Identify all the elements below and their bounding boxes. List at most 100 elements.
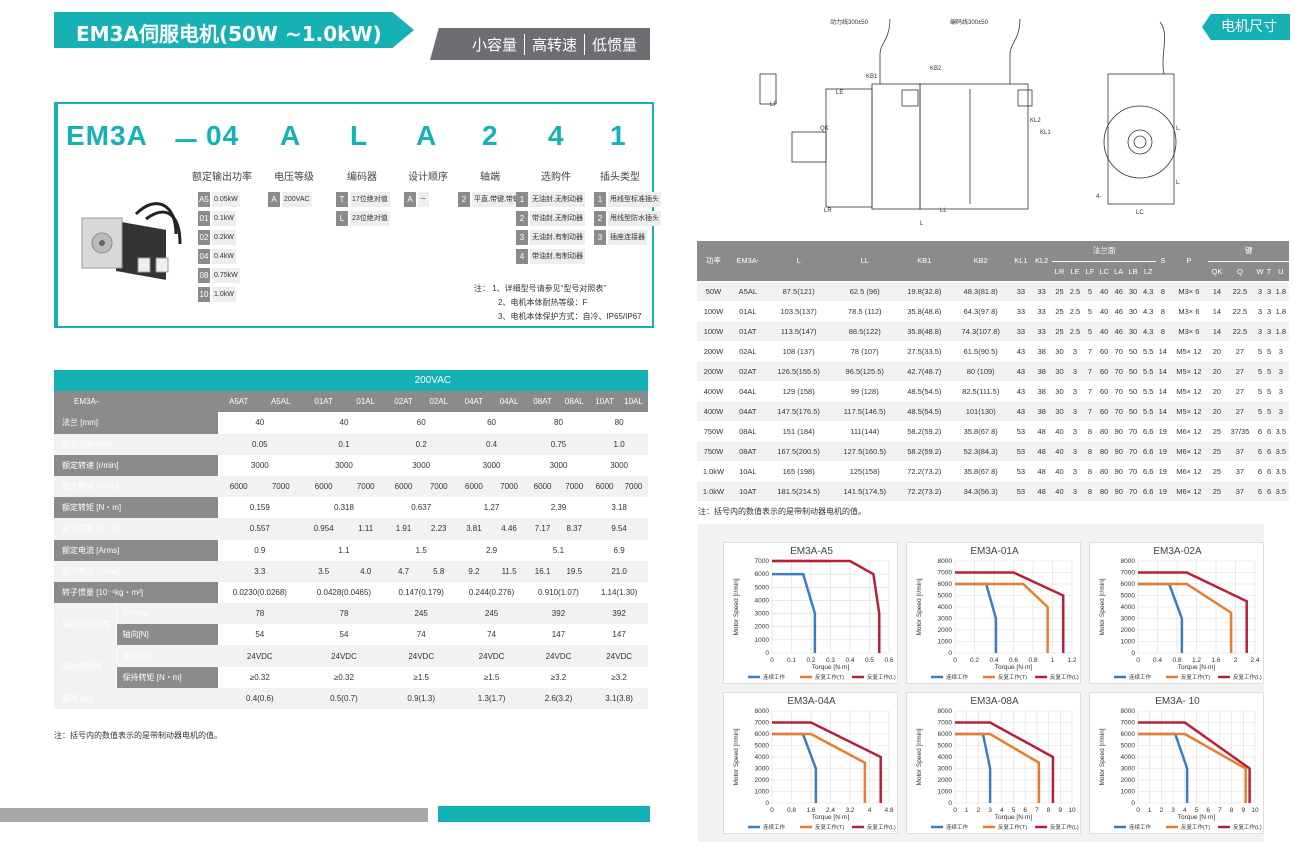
legend-label: 反复工作(L) <box>1233 673 1262 681</box>
table-cell: 74 <box>416 630 426 640</box>
table-cell: 6 <box>1254 461 1266 482</box>
x-tick-label: 4 <box>1183 807 1187 814</box>
table-cell: 27 <box>1225 401 1255 422</box>
table-cell: 80 <box>614 418 624 428</box>
x-tick-label: 0.5 <box>865 657 874 664</box>
table-cell: 103.5(137) <box>765 301 832 322</box>
table-cell: 40 <box>1052 461 1067 482</box>
label-options: 选购件 <box>541 172 571 183</box>
option-desc: 无油封,有制动器 <box>530 230 585 245</box>
table-cell: M5× 12 <box>1169 361 1209 382</box>
page-title-banner: EM3A伺服电机(50W ~1.0kW) <box>54 12 414 48</box>
table-cell: 35.8(48.8) <box>897 321 951 342</box>
model-code-encoder: L <box>350 120 369 151</box>
table-cell: 78 <box>217 603 302 625</box>
x-tick-label: 2.4 <box>1250 657 1259 664</box>
option-desc: 0.05kW <box>212 192 240 207</box>
table-cell: 3 <box>1272 361 1289 382</box>
option-code: 1 <box>516 192 528 207</box>
table-cell: 61.5(90.5) <box>950 341 1011 362</box>
column-header: LE <box>1066 261 1084 282</box>
x-tick-label: 0.2 <box>806 657 815 664</box>
table-row: 额定功率 [kW] 0.05 0.1 0.2 0.4 0.75 1.0 <box>54 433 648 455</box>
table-cell: 40 <box>1096 281 1112 302</box>
table-cell: 100W <box>697 301 731 322</box>
table-cell: 74.3(107.8) <box>950 321 1011 342</box>
table-cell: 33 <box>1010 321 1032 342</box>
table-cell: 1.8 <box>1272 321 1289 342</box>
x-tick-label: 6 <box>1206 807 1210 814</box>
table-cell: 38 <box>1031 401 1053 422</box>
table-cell: 3.18 <box>611 503 627 513</box>
table-cell: 5 <box>1265 381 1273 402</box>
table-cell: 01AL <box>730 301 766 322</box>
table-cell: 4.7 <box>386 560 422 582</box>
y-tick-label: 2000 <box>1121 777 1136 784</box>
table-cell: 200W <box>697 361 731 382</box>
note-line: 2、电机本体耐热等级：F <box>498 298 588 307</box>
note-line: 3、电机本体保护方式：自冷、IP65/IP67 <box>498 312 642 321</box>
table-cell: 1.14(1.30) <box>600 587 638 597</box>
x-tick-label: 2 <box>1234 657 1238 664</box>
table-row: 200W 02AL 108 (137) 78 (107) 27.5(33.5) 61.5(… <box>697 341 1289 362</box>
table-cell: 80 <box>1096 421 1112 442</box>
table-cell: 0.318 <box>333 503 354 513</box>
legend-label: 连续工作 <box>763 673 786 681</box>
x-tick-label: 3.2 <box>845 807 854 814</box>
y-tick-label: 8000 <box>755 708 770 715</box>
x-tick-label: 0.4 <box>1153 657 1162 664</box>
table-row: 400W 04AT 147.5(176.5) 117.5(146.5) 48.5(54.… <box>697 401 1289 422</box>
label-lz: LZ <box>1176 180 1180 186</box>
table-row: 750W 08AT 167.5(200.5) 127.5(160.5) 58.2(59.… <box>697 441 1289 462</box>
y-tick-label: 0 <box>1131 800 1135 807</box>
table-cell: 25 <box>1208 481 1226 502</box>
y-tick-label: 4000 <box>1121 754 1136 761</box>
table-cell: 0.4(0.6) <box>217 687 302 709</box>
table-cell: 60 <box>1096 401 1112 422</box>
y-tick-label: 1000 <box>938 639 953 646</box>
table-cell: 3 <box>1254 301 1266 322</box>
y-tick-label: 6000 <box>938 581 953 588</box>
table-cell: 19 <box>1156 461 1170 482</box>
table-cell: 37/35 <box>1225 421 1255 442</box>
table-cell: 1.0 <box>590 433 648 455</box>
y-axis-label: Motor Speed [r/min] <box>733 728 740 785</box>
table-row: 100W 01AL 103.5(137) 78.5 (112) 35.8(48.8) 64… <box>697 301 1289 322</box>
table-cell: 50W <box>697 281 731 302</box>
y-tick-label: 3000 <box>938 766 953 773</box>
y-tick-label: 3000 <box>938 616 953 623</box>
y-axis-label: Motor Speed [r/min] <box>916 578 923 635</box>
option-code: T <box>336 192 348 207</box>
table-cell: 0.159 <box>249 503 270 513</box>
table-cell: 6.6 <box>1140 421 1157 442</box>
column-header: QK <box>1208 261 1226 282</box>
table-cell: 126.5(155.5) <box>765 361 832 382</box>
y-tick-label: 0 <box>765 800 769 807</box>
row-label: 最大电流 [Arms] <box>54 560 218 582</box>
table-cell: 14 <box>1156 381 1170 402</box>
table-cell: 24VDC <box>590 645 648 667</box>
y-tick-label: 3000 <box>755 611 770 618</box>
x-axis-label: Torque [N·m] <box>812 814 850 821</box>
table-cell: 02AT <box>730 361 766 382</box>
column-header: U <box>1272 261 1289 282</box>
table-cell: 6000 <box>217 475 260 498</box>
column-header: LB <box>1125 261 1141 282</box>
table-cell: 5.5 <box>1140 401 1157 422</box>
row-label: 额定转速 [r/min] <box>54 454 218 476</box>
legend-label: 反复工作(T) <box>815 823 844 831</box>
table-cell: 87.5(121) <box>765 281 832 302</box>
table-cell: 3 <box>1265 301 1273 322</box>
table-cell: 58.2(59.2) <box>897 441 951 462</box>
x-tick-label: 1.2 <box>1067 657 1076 664</box>
table-cell: 6 <box>1265 441 1273 462</box>
table-cell: 5.5 <box>1140 381 1157 402</box>
x-tick-label: 0 <box>770 657 774 664</box>
legend-label: 反复工作(T) <box>1181 673 1210 681</box>
table-cell: 60 <box>1096 361 1112 382</box>
table-cell: 129 (158) <box>765 381 832 402</box>
y-tick-label: 4000 <box>938 754 953 761</box>
table-cell: 5.1 <box>552 545 565 555</box>
x-tick-label: 0.2 <box>970 657 979 664</box>
table-cell: 30 <box>1125 321 1141 342</box>
